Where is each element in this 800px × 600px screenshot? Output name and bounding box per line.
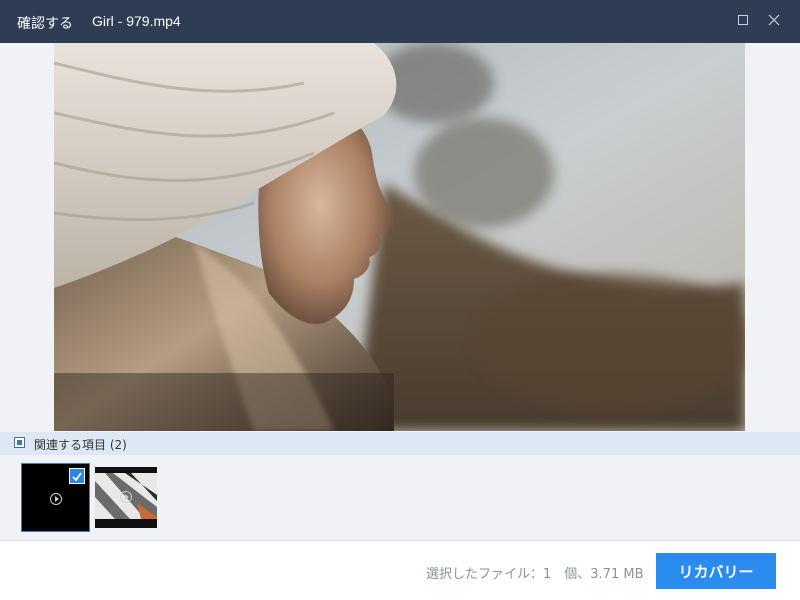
related-items-header: 関連する項目 (2) [0, 432, 800, 455]
close-icon [768, 14, 780, 26]
check-icon [72, 472, 82, 482]
selection-status: 選択したファイル：1 個、3.71 MB [426, 567, 644, 582]
related-items-label: 関連する項目 (2) [34, 438, 127, 452]
window-title: 確認する [17, 16, 73, 32]
maximize-icon [738, 15, 748, 25]
maximize-button[interactable] [731, 8, 757, 34]
video-preview[interactable] [54, 43, 745, 431]
play-icon [120, 491, 132, 503]
related-select-all-checkbox[interactable] [14, 437, 25, 448]
title-bar: 確認する Girl - 979.mp4 [0, 0, 800, 43]
recover-button[interactable]: リカバリー [656, 553, 776, 589]
related-thumbnails [0, 455, 800, 540]
preview-area [0, 43, 800, 431]
video-frame-image [54, 43, 745, 431]
footer: 選択したファイル：1 個、3.71 MB リカバリー [0, 541, 800, 600]
file-name: Girl - 979.mp4 [92, 13, 181, 29]
play-icon [50, 493, 62, 505]
related-item-thumbnail[interactable] [95, 467, 157, 528]
close-button[interactable] [762, 8, 788, 34]
selected-checkbox[interactable] [69, 468, 85, 484]
related-item-thumbnail[interactable] [21, 463, 90, 532]
